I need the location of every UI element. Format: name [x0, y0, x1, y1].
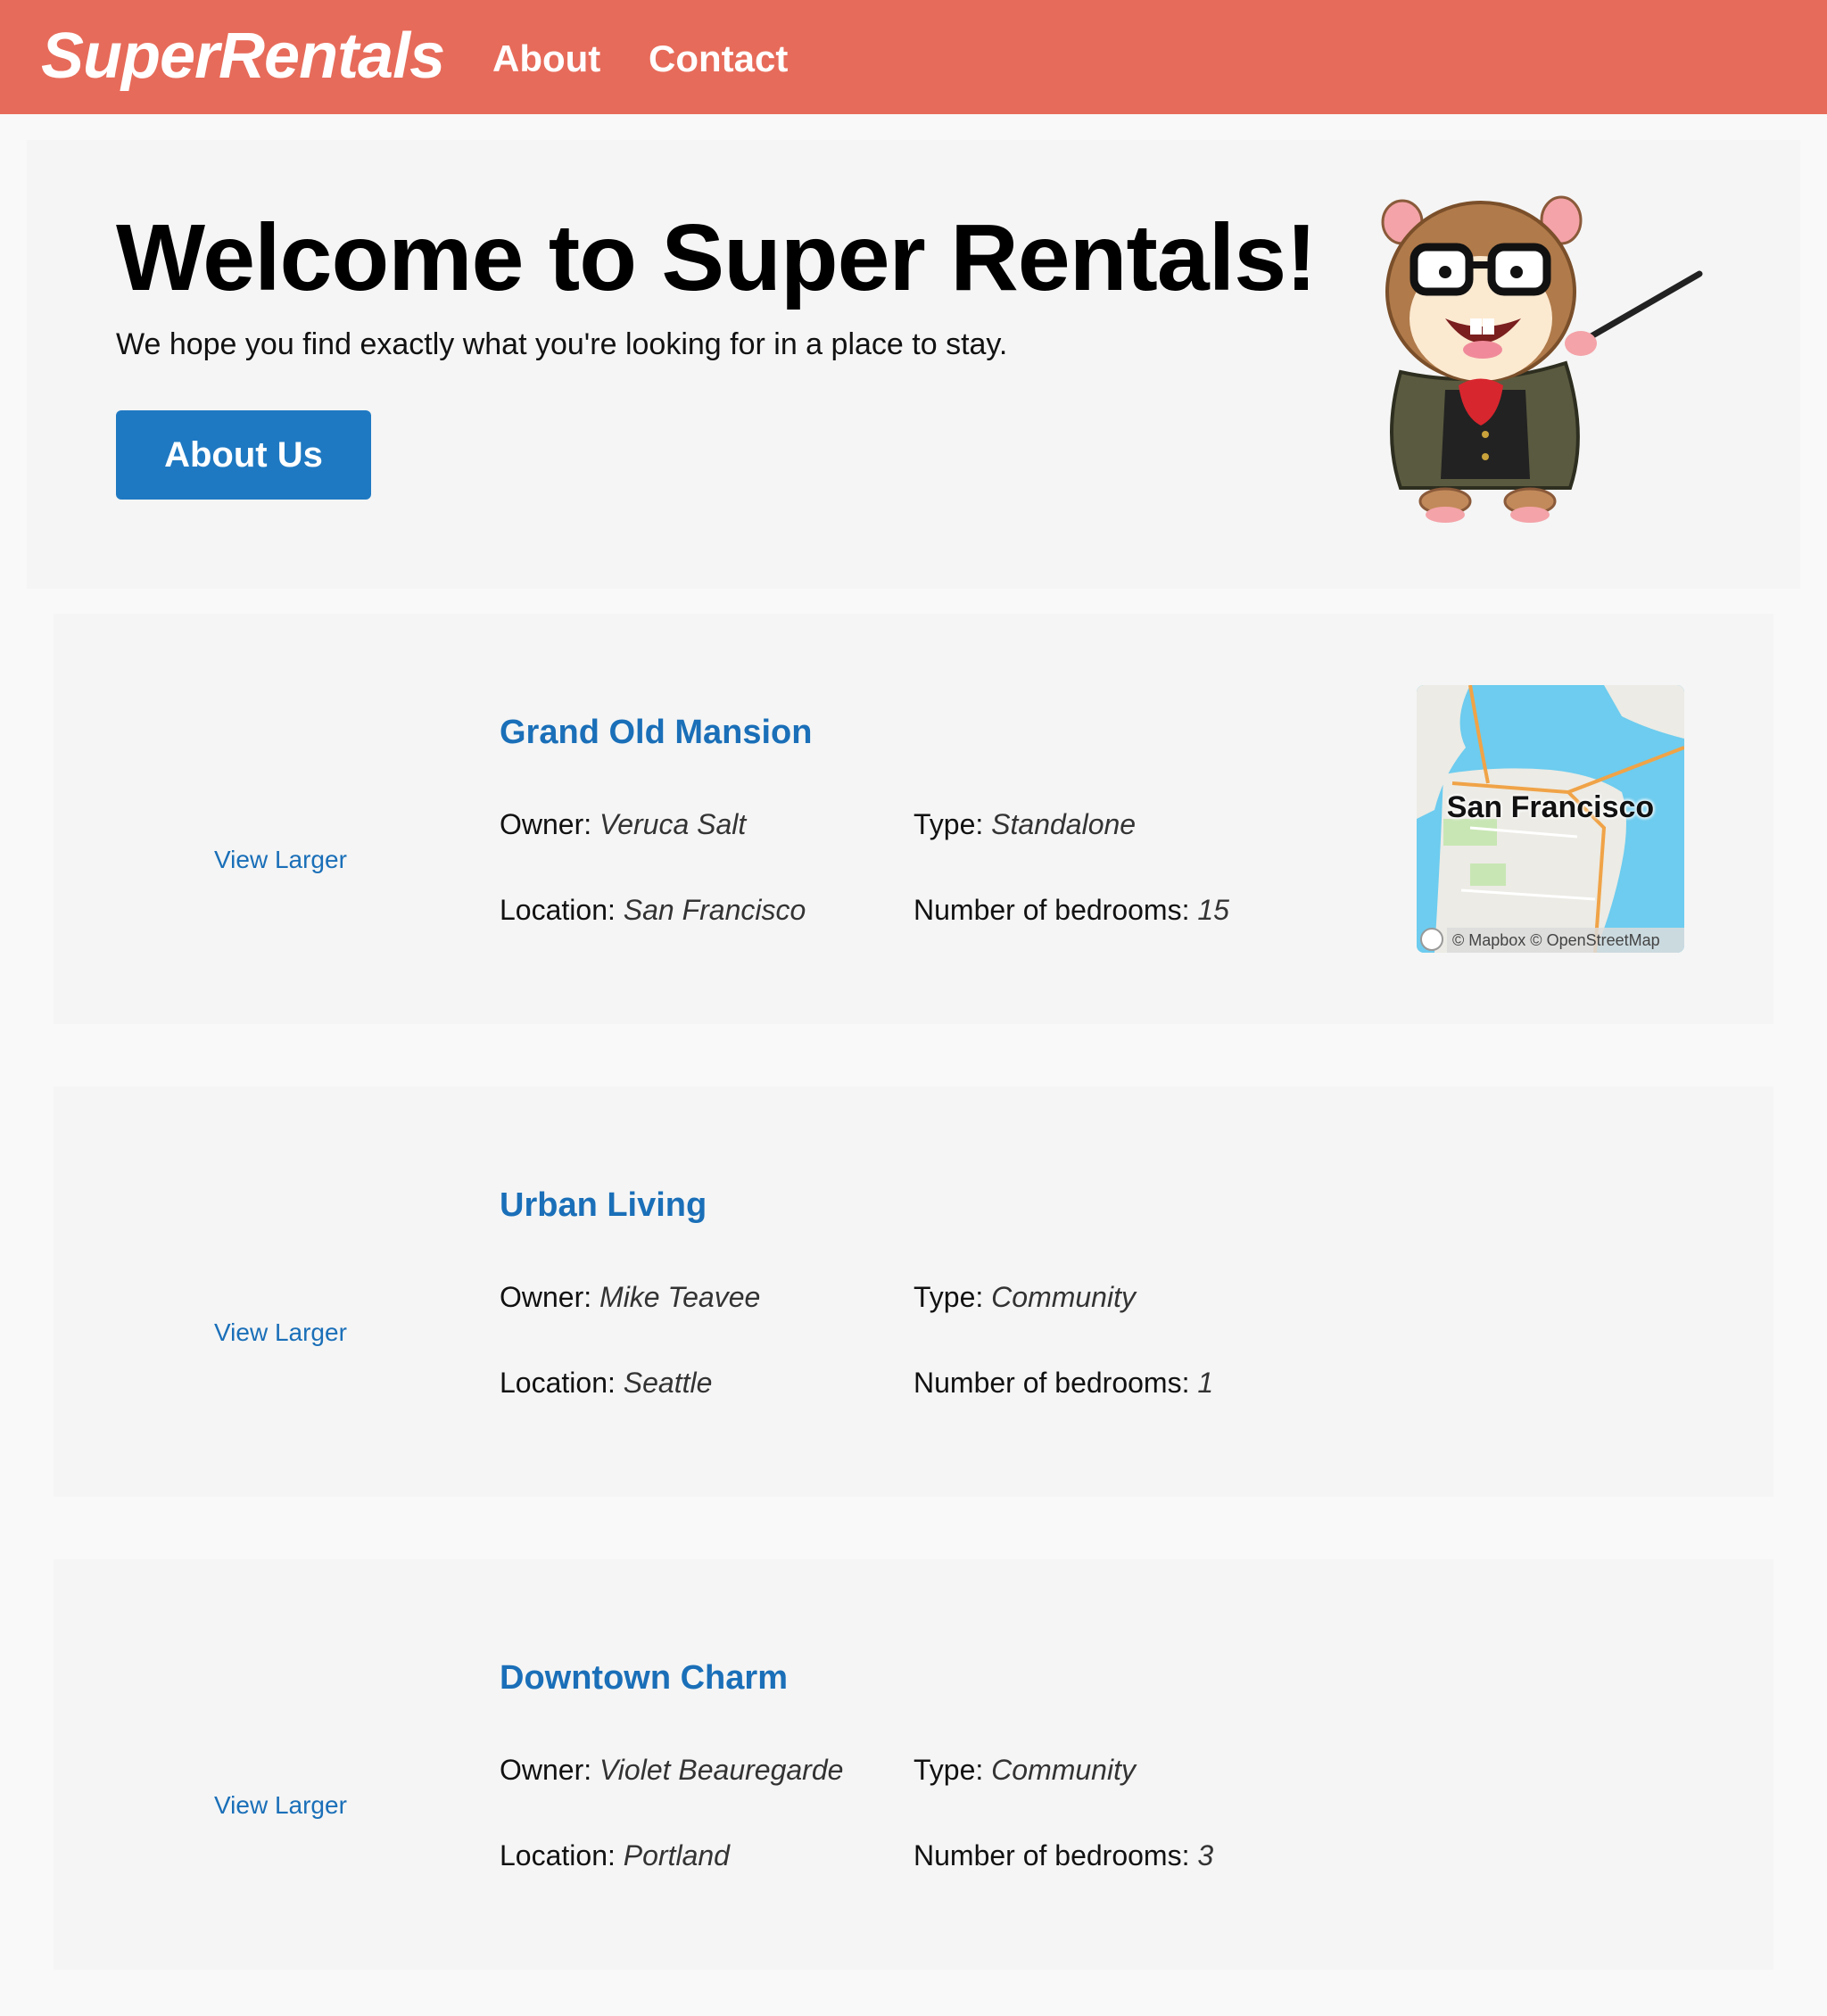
rental-owner: Owner: Veruca Salt: [500, 808, 746, 841]
jumbotron: Welcome to Super Rentals! We hope you fi…: [27, 140, 1800, 589]
page-subtitle: We hope you find exactly what you're loo…: [116, 327, 1008, 361]
type-label: Type:: [914, 808, 984, 840]
mapbox-logo-icon[interactable]: [1420, 928, 1443, 951]
rental-card: View Larger Urban Living Owner: Mike Tea…: [54, 1086, 1773, 1497]
rental-bedrooms: Number of bedrooms: 1: [914, 1367, 1213, 1400]
bedrooms-label: Number of bedrooms:: [914, 894, 1190, 926]
location-value: San Francisco: [623, 894, 806, 926]
brand-link[interactable]: SuperRentals: [41, 20, 445, 93]
type-value: Standalone: [991, 808, 1137, 840]
bedrooms-label: Number of bedrooms:: [914, 1367, 1190, 1399]
type-value: Community: [991, 1281, 1136, 1313]
view-larger-link[interactable]: View Larger: [214, 1318, 347, 1347]
owner-label: Owner:: [500, 1281, 592, 1313]
location-value: Seattle: [623, 1367, 713, 1399]
location-label: Location:: [500, 1367, 616, 1399]
rental-bedrooms: Number of bedrooms: 15: [914, 894, 1229, 927]
bedrooms-value: 3: [1197, 1839, 1214, 1871]
top-nav: SuperRentals About Contact: [0, 0, 1827, 114]
map-attribution[interactable]: © Mapbox © OpenStreetMap: [1447, 928, 1684, 953]
location-label: Location:: [500, 894, 616, 926]
map-city-label: San Francisco: [1446, 790, 1655, 824]
location-label: Location:: [500, 1839, 616, 1871]
owner-value: Violet Beauregarde: [599, 1754, 844, 1786]
bedrooms-value: 1: [1197, 1367, 1214, 1399]
bedrooms-value: 15: [1197, 894, 1229, 926]
rental-type: Type: Community: [914, 1281, 1136, 1314]
rental-location: Location: Seattle: [500, 1367, 712, 1400]
nav-about-link[interactable]: About: [492, 37, 600, 80]
about-us-button[interactable]: About Us: [116, 410, 371, 500]
owner-value: Veruca Salt: [599, 808, 747, 840]
rental-owner: Owner: Violet Beauregarde: [500, 1754, 843, 1787]
rental-owner: Owner: Mike Teavee: [500, 1281, 760, 1314]
owner-label: Owner:: [500, 1754, 592, 1786]
bedrooms-label: Number of bedrooms:: [914, 1839, 1190, 1871]
rental-card: View Larger Downtown Charm Owner: Violet…: [54, 1559, 1773, 1970]
rental-type: Type: Standalone: [914, 808, 1136, 841]
type-label: Type:: [914, 1281, 984, 1313]
rental-type: Type: Community: [914, 1754, 1136, 1787]
rental-bedrooms: Number of bedrooms: 3: [914, 1839, 1213, 1872]
rental-title[interactable]: Grand Old Mansion: [500, 714, 812, 752]
rental-location: Location: Portland: [500, 1839, 730, 1872]
type-label: Type:: [914, 1754, 984, 1786]
view-larger-link[interactable]: View Larger: [214, 1791, 347, 1820]
rental-map[interactable]: San Francisco © Mapbox © OpenStreetMap: [1417, 685, 1684, 953]
location-value: Portland: [623, 1839, 730, 1871]
view-larger-link[interactable]: View Larger: [214, 846, 347, 874]
rental-title[interactable]: Downtown Charm: [500, 1659, 788, 1698]
rental-title[interactable]: Urban Living: [500, 1186, 707, 1225]
page-title: Welcome to Super Rentals!: [116, 205, 1317, 310]
owner-value: Mike Teavee: [599, 1281, 761, 1313]
rental-card: View Larger Grand Old Mansion Owner: Ver…: [54, 614, 1773, 1024]
type-value: Community: [991, 1754, 1136, 1786]
tomster-mascot-image: [1381, 195, 1703, 523]
rental-location: Location: San Francisco: [500, 894, 806, 927]
nav-contact-link[interactable]: Contact: [649, 37, 788, 80]
owner-label: Owner:: [500, 808, 592, 840]
